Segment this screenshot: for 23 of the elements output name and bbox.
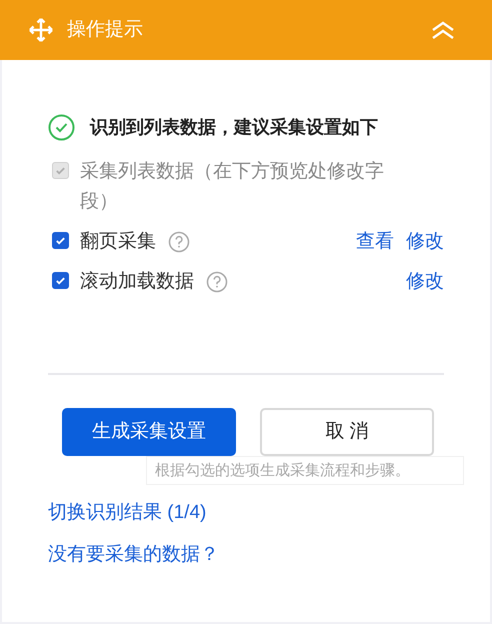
text-link[interactable]: 切换识别结果 (1/4) xyxy=(48,499,206,527)
generate-button[interactable]: 生成采集设置 xyxy=(62,408,236,456)
panel-title: 操作提示 xyxy=(67,18,143,42)
cancel-button[interactable]: 取 消 xyxy=(260,408,434,456)
checkbox[interactable] xyxy=(52,232,69,249)
checkmark-icon xyxy=(55,275,66,286)
action-link[interactable]: 修改 xyxy=(406,227,444,257)
checkbox[interactable] xyxy=(52,272,69,289)
action-link[interactable]: 查看 xyxy=(356,227,394,257)
text-link[interactable]: 没有要采集的数据？ xyxy=(48,541,219,569)
success-check-icon xyxy=(48,114,75,141)
option-label: 滚动加载数据 xyxy=(80,270,194,294)
option-label: 翻页采集 xyxy=(80,230,156,254)
option-label: 采集列表数据（在下方预览处修改字段） xyxy=(80,160,385,214)
help-icon[interactable] xyxy=(168,231,190,253)
help-icon[interactable] xyxy=(206,271,228,293)
detection-message: 识别到列表数据，建议采集设置如下 xyxy=(90,116,378,139)
checkmark-icon xyxy=(55,235,66,246)
checkmark-icon xyxy=(55,165,66,176)
move-icon[interactable] xyxy=(28,17,54,43)
action-link[interactable]: 修改 xyxy=(406,267,444,297)
tooltip: 根据勾选的选项生成采集流程和步骤。 xyxy=(146,456,464,485)
collapse-icon[interactable] xyxy=(430,19,456,41)
